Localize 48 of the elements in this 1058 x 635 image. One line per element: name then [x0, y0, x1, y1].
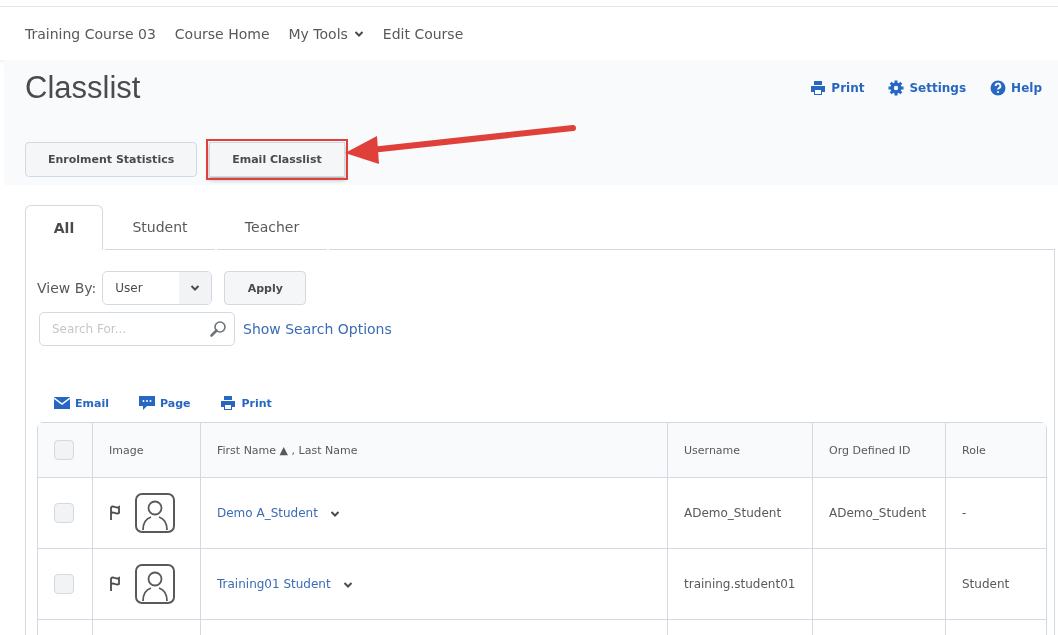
user-name-link[interactable]: Training01 Student [217, 577, 331, 591]
page-title: Classlist [25, 70, 141, 106]
show-search-options-link[interactable]: Show Search Options [243, 321, 392, 337]
flag-icon [109, 576, 121, 592]
chevron-down-icon [190, 283, 201, 293]
gear-icon [888, 80, 905, 96]
tab[interactable]: Teacher [217, 205, 327, 250]
help-icon [990, 80, 1007, 96]
column-header[interactable]: Image [92, 423, 200, 478]
action-button[interactable]: Enrolment Statistics [25, 142, 198, 177]
chat-bubble-icon [138, 396, 155, 410]
toolbar-link[interactable]: Email [54, 393, 109, 413]
table-cell: ADemo_Student [684, 506, 782, 520]
search-icon [209, 320, 227, 338]
tab[interactable]: Student [105, 205, 215, 250]
row-checkbox[interactable] [54, 574, 74, 594]
table-cell: ADemo_Student [829, 506, 927, 520]
nav-link[interactable]: My Tools [288, 25, 364, 42]
table-cell: - [962, 506, 967, 520]
printer-icon [810, 80, 827, 96]
header-link[interactable]: Settings [888, 80, 967, 96]
header-link[interactable]: Print [810, 80, 865, 96]
table-cell: training.student01 [684, 577, 796, 591]
user-avatar-icon [135, 493, 175, 533]
action-button[interactable]: Email Classlist [209, 142, 345, 177]
view-by-dropdown[interactable]: User [102, 271, 213, 305]
column-header[interactable]: Username [667, 423, 812, 478]
search-field[interactable]: Search For... [39, 312, 235, 346]
nav-link[interactable]: Course Home [174, 25, 270, 42]
select-all-checkbox[interactable] [54, 440, 74, 460]
view-by-label: View By: [37, 280, 97, 296]
user-name-link[interactable]: Demo A_Student [217, 506, 318, 520]
table-cell: Student [962, 577, 1010, 591]
user-avatar-icon [135, 564, 175, 604]
column-header[interactable]: First Name ▲ , Last Name [200, 423, 667, 478]
column-header[interactable]: Org Defined ID [812, 423, 945, 478]
printer-icon [220, 395, 237, 411]
toolbar-link[interactable]: Print [220, 393, 272, 413]
header-link[interactable]: Help [990, 80, 1042, 96]
nav-link[interactable]: Training Course 03 [25, 25, 156, 42]
apply-button[interactable]: Apply [224, 271, 307, 305]
envelope-icon [54, 397, 70, 409]
tab[interactable]: All [25, 205, 103, 250]
toolbar-link[interactable]: Page [138, 393, 191, 413]
column-header[interactable]: Role [945, 423, 1046, 478]
row-checkbox[interactable] [54, 503, 74, 523]
nav-link[interactable]: Edit Course [382, 25, 464, 42]
flag-icon [109, 505, 121, 521]
